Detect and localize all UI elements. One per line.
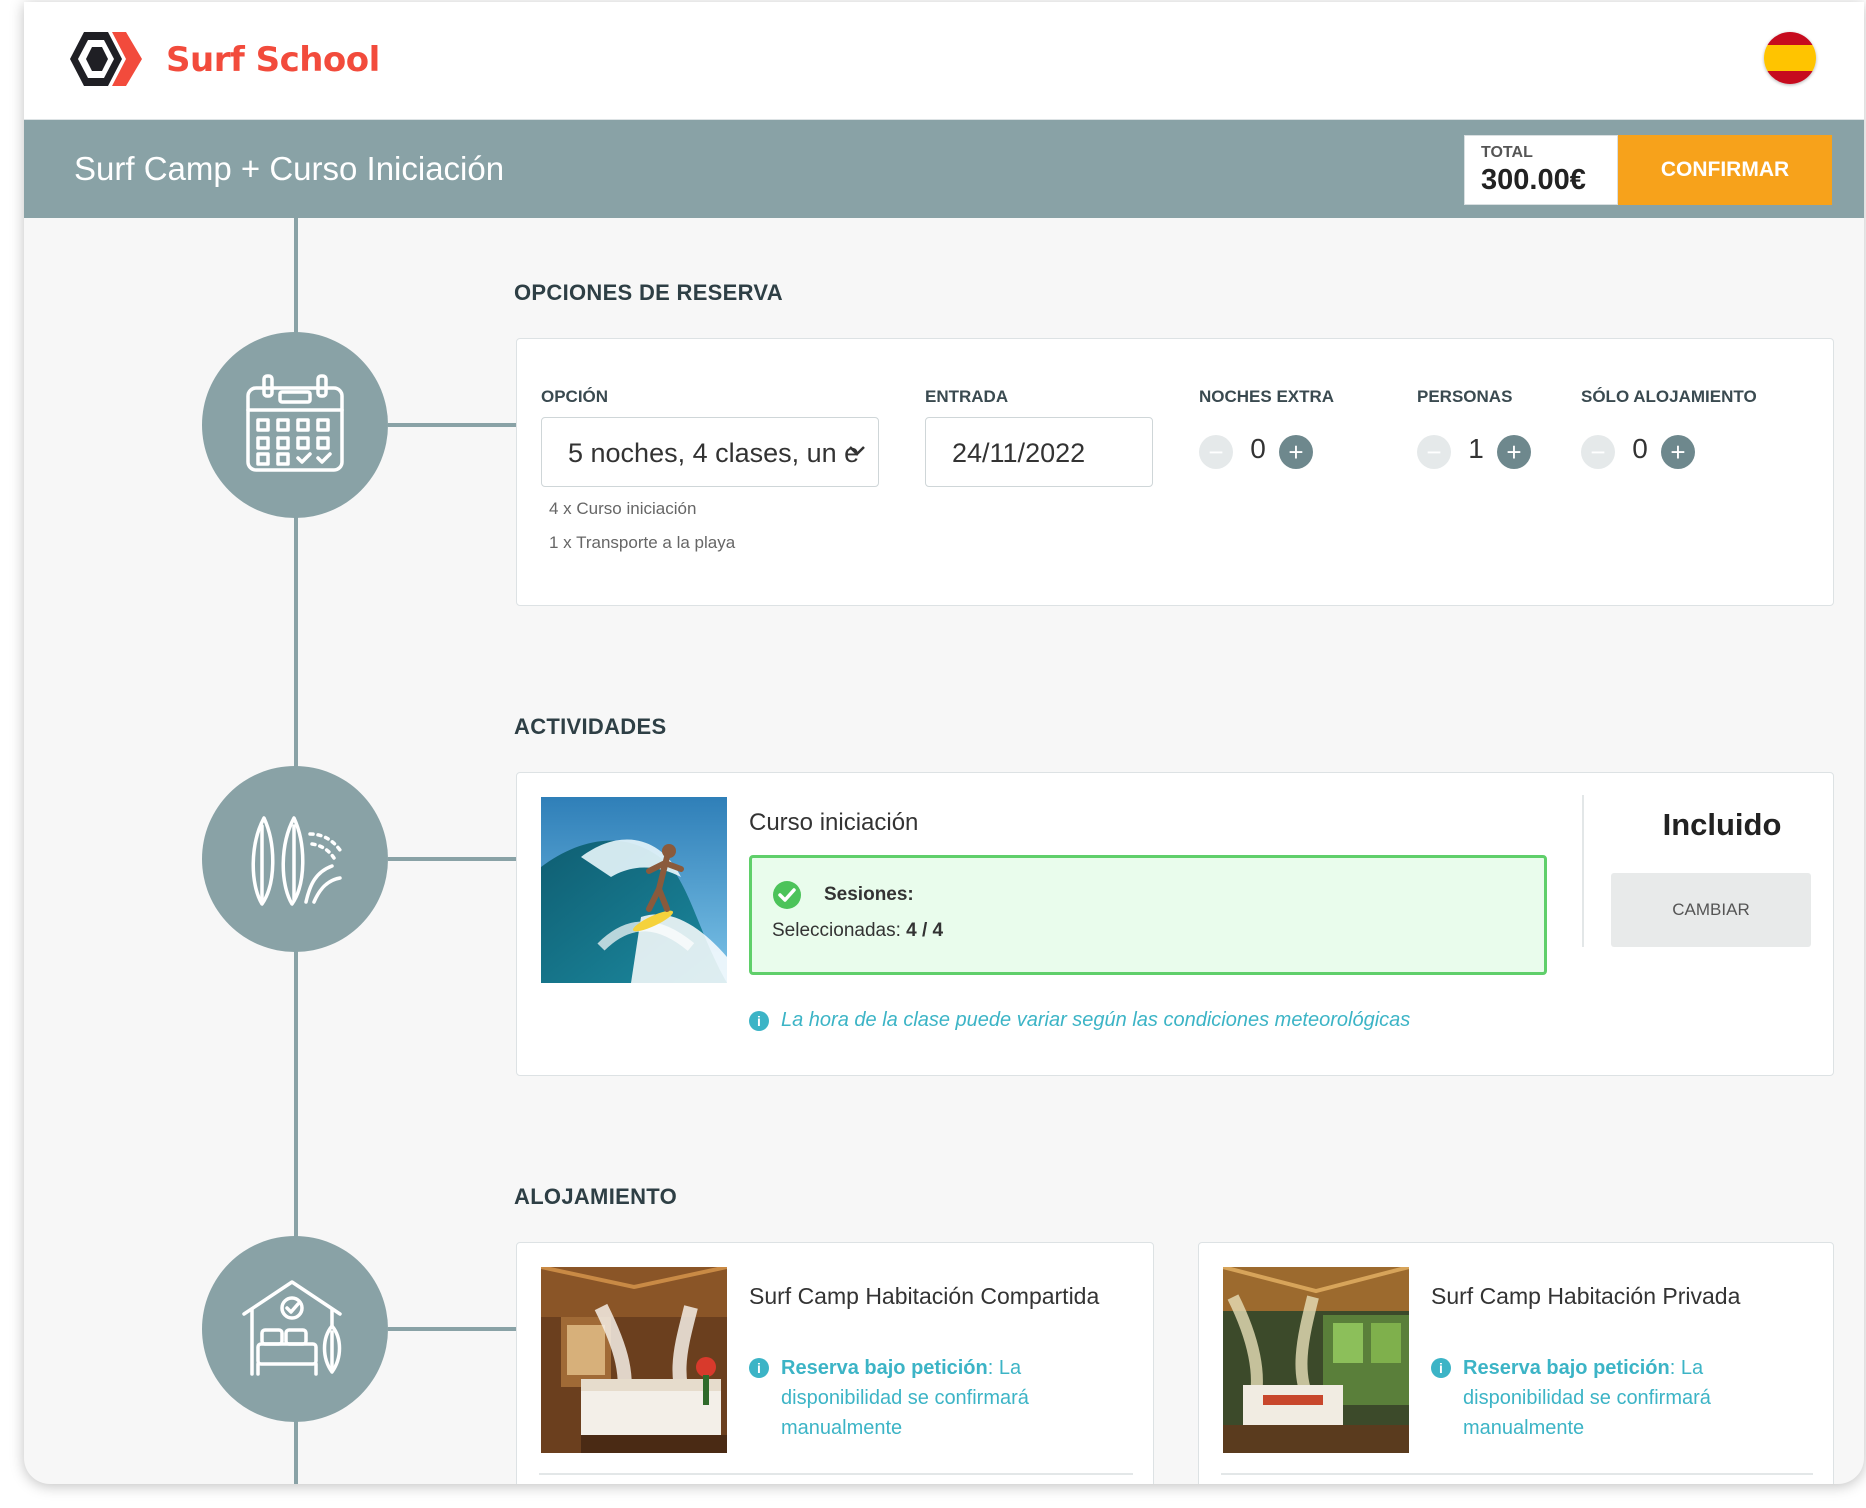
brand-name[interactable]: Surf School	[166, 40, 380, 80]
plus-icon[interactable]: +	[1497, 435, 1531, 469]
entry-date-value: 24/11/2022	[952, 438, 1086, 468]
check-circle-icon	[773, 881, 801, 909]
option-select[interactable]: 5 noches, 4 clases, un extra	[541, 417, 879, 487]
room-card[interactable]: Surf Camp Habitación Privada i Reserva b…	[1198, 1242, 1834, 1484]
include-item: 4 x Curso iniciación	[549, 499, 697, 518]
people-value: 1	[1468, 433, 1484, 464]
section-title-lodging: ALOJAMIENTO	[514, 1184, 678, 1209]
booking-options-card: OPCIÓN 5 noches, 4 clases, un extra 4 x …	[516, 338, 1834, 606]
confirm-button[interactable]: CONFIRMAR	[1618, 135, 1832, 205]
option-select-value: 5 noches, 4 clases, un extra	[568, 438, 858, 468]
info-icon: i	[1431, 1358, 1451, 1378]
minus-icon[interactable]: −	[1417, 435, 1451, 469]
room-availability-info: i Reserva bajo petición: La disponibilid…	[1431, 1353, 1811, 1443]
room-card[interactable]: Surf Camp Habitación Compartida i Reserv…	[516, 1242, 1154, 1484]
lodging-only-label: SÓLO ALOJAMIENTO	[1581, 387, 1757, 406]
surfboards-icon	[251, 816, 342, 906]
timeline-connector	[388, 857, 520, 861]
vertical-divider	[1582, 795, 1584, 947]
top-bar: Surf School	[24, 2, 1864, 120]
include-item: 1 x Transporte a la playa	[549, 533, 736, 552]
sessions-box: Sesiones: Seleccionadas: 4 / 4	[749, 855, 1547, 975]
chevron-down-icon	[849, 446, 865, 456]
weather-info-text: La hora de la clase puede variar según l…	[781, 1009, 1411, 1031]
room-name: Surf Camp Habitación Privada	[1431, 1283, 1741, 1309]
sessions-prefix: Seleccionadas:	[772, 920, 907, 941]
surf-node	[202, 766, 388, 952]
option-label: OPCIÓN	[541, 387, 609, 406]
plus-icon[interactable]: +	[1279, 435, 1313, 469]
section-title-activities: ACTIVIDADES	[514, 714, 667, 739]
room-divider	[539, 1473, 1133, 1475]
activity-image	[541, 797, 727, 983]
minus-icon[interactable]: −	[1199, 435, 1233, 469]
room-divider	[1221, 1473, 1813, 1475]
room-info-bold: Reserva bajo petición	[1463, 1357, 1670, 1379]
room-availability-info: i Reserva bajo petición: La disponibilid…	[749, 1353, 1129, 1443]
title-band: Surf Camp + Curso Iniciación TOTAL 300.0…	[24, 120, 1864, 218]
total-value: 300.00€	[1481, 164, 1586, 196]
spain-flag-icon[interactable]	[1764, 32, 1816, 84]
room-image	[1223, 1267, 1409, 1453]
minus-icon[interactable]: −	[1581, 435, 1615, 469]
logo-icon[interactable]	[64, 28, 144, 90]
lodging-only-value: 0	[1632, 433, 1648, 464]
extra-nights-value: 0	[1250, 433, 1266, 464]
total-label: TOTAL	[1481, 144, 1533, 161]
weather-info: i La hora de la clase puede variar según…	[749, 1009, 1410, 1032]
section-title-booking: OPCIONES DE RESERVA	[514, 280, 783, 305]
info-icon: i	[749, 1358, 769, 1378]
room-info-bold: Reserva bajo petición	[781, 1357, 988, 1379]
app-window: Surf School Surf Camp + Curso Iniciación…	[24, 2, 1864, 1484]
activity-card: Curso iniciación Sesiones: Seleccionadas…	[516, 772, 1834, 1076]
room-image	[541, 1267, 727, 1453]
timeline-connector	[388, 423, 520, 427]
page-title: Surf Camp + Curso Iniciación	[74, 150, 505, 187]
sessions-title: Sesiones:	[824, 884, 914, 905]
calendar-node	[202, 332, 388, 518]
room-node	[202, 1236, 388, 1422]
entry-label: ENTRADA	[925, 387, 1009, 406]
sessions-count: 4 / 4	[906, 920, 944, 941]
total-box: TOTAL 300.00€	[1464, 135, 1618, 205]
calendar-icon	[246, 374, 344, 472]
change-button[interactable]: CAMBIAR	[1611, 873, 1811, 947]
entry-date-input[interactable]: 24/11/2022	[925, 417, 1153, 487]
room-name: Surf Camp Habitación Compartida	[749, 1283, 1100, 1309]
people-label: PERSONAS	[1417, 387, 1513, 406]
timeline-connector	[388, 1327, 520, 1331]
sessions-selected: Seleccionadas: 4 / 4	[772, 920, 943, 942]
activity-name: Curso iniciación	[749, 809, 919, 836]
room-icon	[242, 1280, 342, 1376]
extra-nights-label: NOCHES EXTRA	[1199, 387, 1335, 406]
included-label: Incluido	[1662, 807, 1782, 842]
info-icon: i	[749, 1010, 769, 1031]
plus-icon[interactable]: +	[1661, 435, 1695, 469]
